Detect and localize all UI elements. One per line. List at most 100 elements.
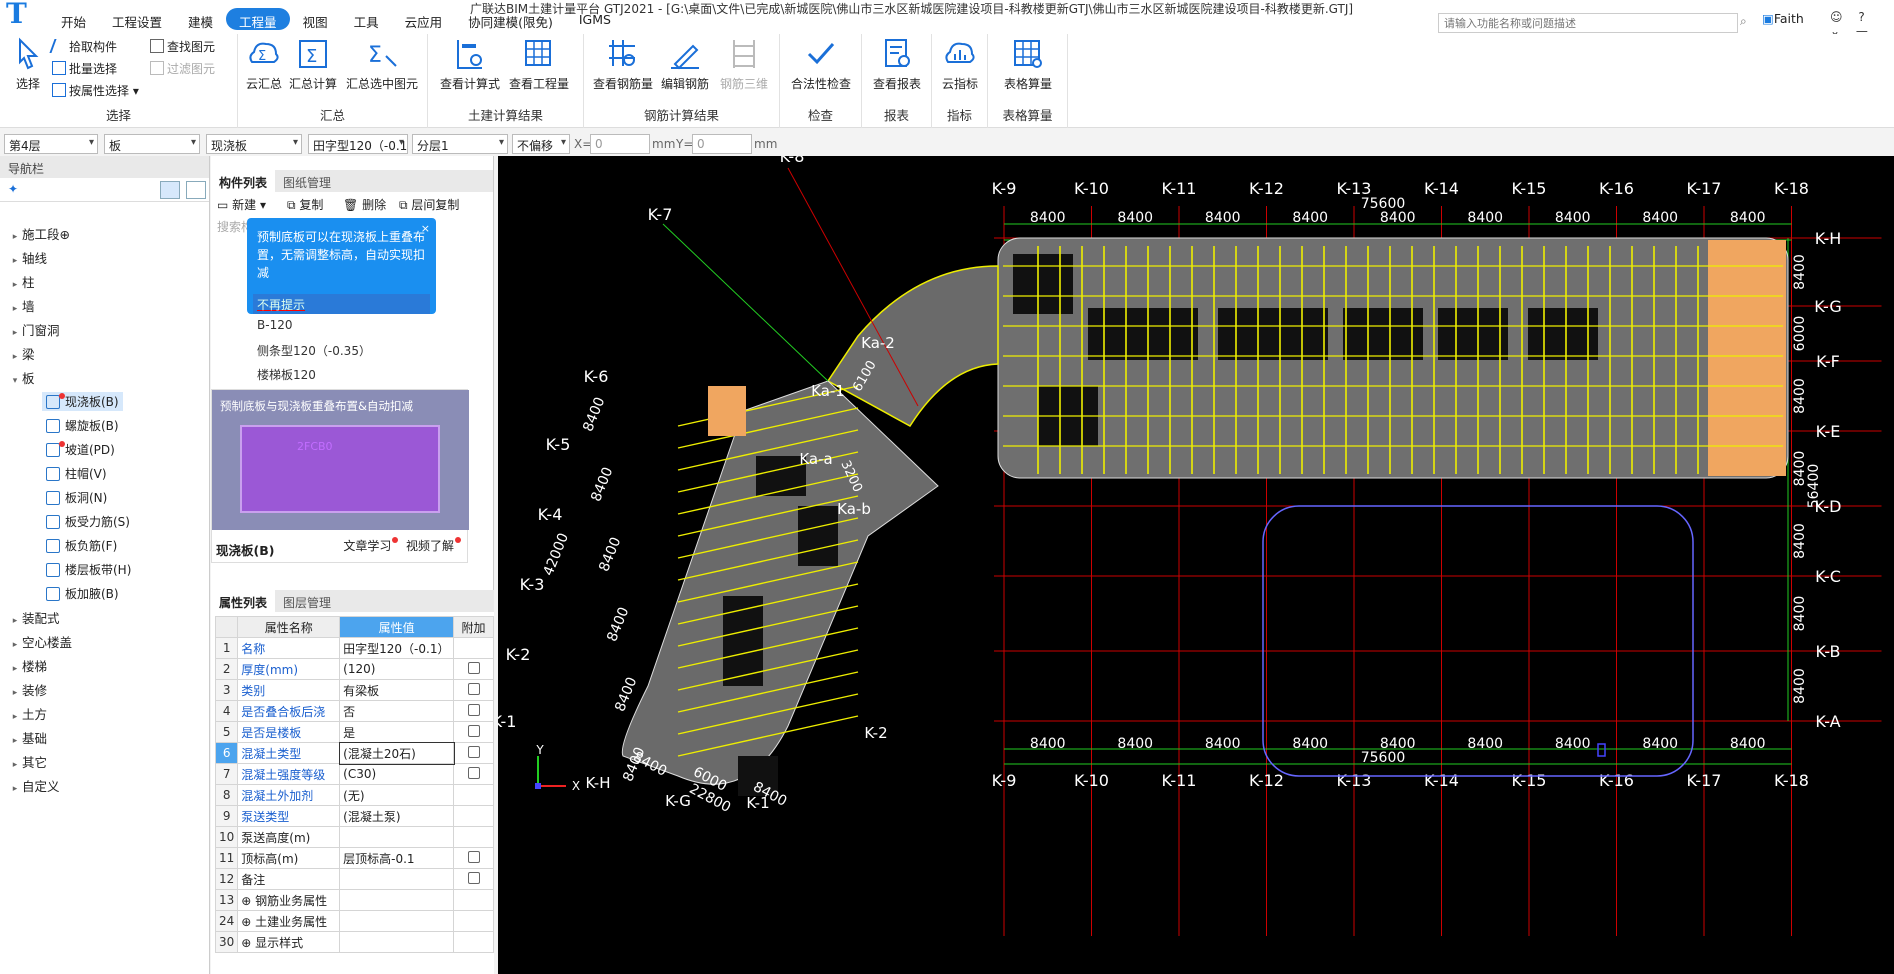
property-row[interactable]: 2 厚度(mm) (120) [214, 658, 494, 680]
tab-modeling[interactable]: 建模 [175, 8, 226, 30]
tab-quantities[interactable]: 工程量 [226, 8, 290, 30]
attach-checkbox[interactable] [467, 871, 480, 884]
view-report-button[interactable]: 查看报表 [870, 36, 924, 92]
nav-subitem[interactable]: 楼层板带(H) [42, 560, 135, 579]
property-row[interactable]: 7 混凝土强度等级 (C30) [214, 763, 494, 785]
property-row[interactable]: 1 名称 田字型120（-0.1） [214, 637, 494, 659]
video-link[interactable]: 视频了解 [406, 539, 454, 553]
property-row[interactable]: 10 泵送高度(m) [214, 826, 494, 848]
copy-component-button[interactable]: ⧉ 复制 [287, 196, 323, 213]
attach-checkbox[interactable] [467, 766, 480, 779]
attach-checkbox[interactable] [467, 703, 480, 716]
property-row[interactable]: 3 类别 有梁板 [214, 679, 494, 701]
nav-subitem[interactable]: 板洞(N) [42, 488, 111, 507]
nav-item[interactable]: ▾ 板 [8, 368, 35, 387]
find-element-button[interactable]: 查找图元 [150, 38, 215, 55]
property-value[interactable]: (无) [339, 784, 455, 806]
delete-component-button[interactable]: 🗑 删除 [343, 196, 386, 213]
select-by-attribute-button[interactable]: 按属性选择 ▾ [52, 82, 139, 99]
batch-select-button[interactable]: 批量选择 [52, 60, 117, 77]
property-value[interactable] [339, 910, 455, 932]
nav-item[interactable]: ▸ 自定义 [8, 776, 60, 795]
nav-item[interactable]: ▸ 梁 [8, 344, 35, 363]
tab-start[interactable]: 开始 [48, 8, 99, 30]
tab-cloud[interactable]: 云应用 [392, 8, 456, 30]
attach-checkbox[interactable] [467, 724, 480, 737]
component-item-stair-slab[interactable]: 楼梯板120 [257, 366, 316, 383]
nav-item[interactable]: ▸ 空心楼盖 [8, 632, 72, 651]
select-button[interactable]: 选择 [10, 36, 46, 92]
nav-item[interactable]: ▸ 其它 [8, 752, 47, 771]
edit-rebar-button[interactable]: 编辑钢筋 [660, 36, 710, 92]
tab-project-settings[interactable]: 工程设置 [99, 8, 175, 30]
nav-subitem[interactable]: 现浇板(B) [42, 392, 123, 411]
tab-layer-manage[interactable]: 图层管理 [275, 590, 339, 612]
property-row[interactable]: 24 ⊕ 土建业务属性 [214, 910, 494, 932]
rebar-3d-button[interactable]: 钢筋三维 [716, 36, 772, 92]
view-formula-button[interactable]: 查看计算式 [440, 36, 500, 92]
property-value[interactable]: (混凝土20石) [338, 741, 455, 765]
property-value[interactable]: 否 [339, 700, 455, 722]
attach-checkbox[interactable] [467, 661, 480, 674]
cloud-index-button[interactable]: 云指标 [938, 36, 982, 92]
property-value[interactable]: 有梁板 [339, 679, 455, 701]
attach-checkbox[interactable] [467, 745, 480, 758]
property-value[interactable] [339, 889, 455, 911]
offset-select[interactable]: 不偏移 [512, 134, 570, 154]
tab-drawing-manage[interactable]: 图纸管理 [275, 170, 339, 192]
close-icon[interactable]: × [421, 220, 430, 238]
x-input[interactable]: 0 [590, 134, 650, 154]
property-row[interactable]: 6 混凝土类型 (混凝土20石) [214, 741, 494, 765]
tab-collab[interactable]: 协同建模(限免) [455, 8, 566, 30]
property-value[interactable] [339, 931, 455, 953]
table-quantity-button[interactable]: 表格算量 [996, 36, 1060, 92]
nav-item[interactable]: ▸ 装修 [8, 680, 47, 699]
type-select[interactable]: 板 [104, 134, 200, 154]
sum-calc-button[interactable]: Σ 汇总计算 [288, 36, 338, 92]
user-name[interactable]: ▣Faith [1762, 11, 1804, 26]
nav-item[interactable]: ▸ 装配式 [8, 608, 60, 627]
property-value[interactable]: 田字型120（-0.1） [339, 637, 455, 659]
nav-subitem[interactable]: 板受力筋(S) [42, 512, 134, 531]
view-rebar-button[interactable]: 查看钢筋量 [592, 36, 654, 92]
new-component-button[interactable]: ▭ 新建 ▾ [217, 196, 266, 213]
list-view-icon[interactable] [160, 181, 180, 199]
property-row[interactable]: 9 泵送类型 (混凝土泵) [214, 805, 494, 827]
property-value[interactable] [339, 868, 455, 890]
property-value[interactable]: (混凝土泵) [339, 805, 455, 827]
attach-checkbox[interactable] [467, 850, 480, 863]
filter-element-button[interactable]: 过滤图元 [150, 60, 215, 77]
y-input[interactable]: 0 [692, 134, 752, 154]
dont-show-again-link[interactable]: 不再提示 [253, 294, 430, 314]
view-quantity-button[interactable]: 查看工程量 [508, 36, 570, 92]
nav-item[interactable]: ▸ 楼梯 [8, 656, 47, 675]
tab-view[interactable]: 视图 [290, 8, 341, 30]
article-link[interactable]: 文章学习 [343, 539, 391, 553]
nav-item[interactable]: ▸ 土方 [8, 704, 47, 723]
floor-select[interactable]: 第4层 [4, 134, 98, 154]
nav-item[interactable]: ▸ 基础 [8, 728, 47, 747]
component-item-side-strip[interactable]: 侧条型120（-0.35） [257, 342, 371, 359]
nav-subitem[interactable]: 板负筋(F) [42, 536, 121, 555]
tab-property-list[interactable]: 属性列表 [211, 590, 276, 612]
property-row[interactable]: 30 ⊕ 显示样式 [214, 931, 494, 953]
component-select[interactable]: 田字型120（-0.1） [308, 134, 408, 154]
tab-igms[interactable]: IGMS [566, 8, 624, 30]
property-row[interactable]: 11 顶标高(m) 层顶标高-0.1 [214, 847, 494, 869]
property-row[interactable]: 13 ⊕ 钢筋业务属性 [214, 889, 494, 911]
pick-component-button[interactable]: 拾取构件 [49, 38, 117, 55]
nav-item[interactable]: ▸ 墙 [8, 296, 35, 315]
pin-icon[interactable]: ✦ [8, 182, 18, 196]
nav-subitem[interactable]: 螺旋板(B) [42, 416, 123, 435]
detail-view-icon[interactable] [186, 181, 206, 199]
property-value[interactable]: 层顶标高-0.1 [339, 847, 455, 869]
legality-check-button[interactable]: 合法性检查 [788, 36, 854, 92]
property-value[interactable] [339, 826, 455, 848]
property-value[interactable]: 是 [339, 721, 455, 743]
tab-tools[interactable]: 工具 [341, 8, 392, 30]
property-row[interactable]: 5 是否是楼板是 [214, 721, 494, 743]
layer-select[interactable]: 分层1 [412, 134, 508, 154]
drawing-canvas[interactable]: K-9 K-9 K-10 K-10 K-11 K-11 K-12 K-12 K-13 K-13 K-… [498, 156, 1894, 974]
nav-item[interactable]: ▸ 施工段⊕ [8, 224, 70, 243]
nav-item[interactable]: ▸ 柱 [8, 272, 35, 291]
